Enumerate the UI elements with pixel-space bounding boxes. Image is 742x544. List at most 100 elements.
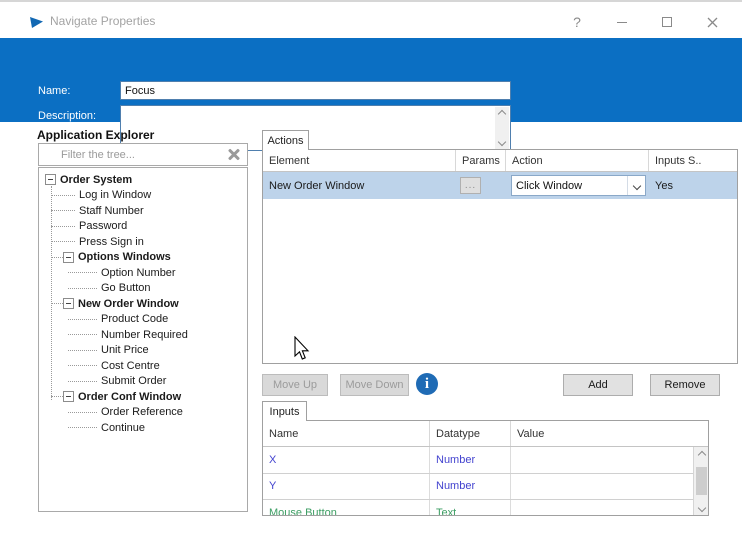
tree-item-label: Order System xyxy=(60,173,133,186)
tree-item-submit-order[interactable]: Submit Order xyxy=(39,374,247,390)
input-datatype-cell[interactable]: Text xyxy=(430,500,511,515)
move-down-button[interactable]: Move Down xyxy=(340,374,409,396)
tab-actions[interactable]: Actions xyxy=(262,130,309,150)
minimize-button[interactable] xyxy=(607,10,637,34)
tree-item-log-in-window[interactable]: Log in Window xyxy=(39,188,247,204)
blue-prism-logo-icon xyxy=(30,17,43,28)
params-button[interactable]: ... xyxy=(460,177,481,194)
tree-connector xyxy=(68,358,97,366)
tree-item-order-conf-window[interactable]: Order Conf Window xyxy=(39,389,247,405)
tree-item-product-code[interactable]: Product Code xyxy=(39,312,247,328)
action-dropdown[interactable]: Click Window xyxy=(511,175,646,196)
inputs-scrollbar[interactable] xyxy=(693,447,708,515)
collapse-icon[interactable] xyxy=(63,251,74,263)
inputs-table: Name Datatype Value X Number Y Number Mo… xyxy=(262,420,709,516)
clear-filter-icon[interactable] xyxy=(226,146,243,163)
inputs-table-header: Name Datatype Value xyxy=(263,421,708,447)
info-icon[interactable]: i xyxy=(416,373,438,395)
tree-item-order-system[interactable]: Order System xyxy=(39,172,247,188)
tab-inputs[interactable]: Inputs xyxy=(262,401,307,421)
scrollbar-thumb[interactable] xyxy=(696,467,707,495)
tree-item-cost-centre[interactable]: Cost Centre xyxy=(39,358,247,374)
tree-item-label: Order Reference xyxy=(101,406,183,419)
tree-item-option-number[interactable]: Option Number xyxy=(39,265,247,281)
maximize-button[interactable] xyxy=(652,10,682,34)
scroll-down-icon[interactable] xyxy=(694,500,708,515)
scroll-up-icon[interactable] xyxy=(694,447,708,462)
collapse-icon[interactable] xyxy=(63,391,74,403)
close-button[interactable] xyxy=(697,10,727,34)
tree-filter xyxy=(38,143,248,166)
tree-filter-input[interactable] xyxy=(41,146,216,163)
tree-item-continue[interactable]: Continue xyxy=(39,420,247,436)
tree-item-label: Number Required xyxy=(101,328,188,341)
properties-header: Name: Description: xyxy=(0,38,742,151)
collapse-icon[interactable] xyxy=(63,298,74,310)
tree-item-order-reference[interactable]: Order Reference xyxy=(39,405,247,421)
column-header-element[interactable]: Element xyxy=(263,150,456,171)
name-input[interactable] xyxy=(120,81,511,100)
remove-button[interactable]: Remove xyxy=(650,374,720,396)
tree-item-label: Press Sign in xyxy=(79,235,144,248)
column-header-action[interactable]: Action xyxy=(506,150,649,171)
column-header-params[interactable]: Params xyxy=(456,150,506,171)
tree-item-label: Option Number xyxy=(101,266,176,279)
action-row-selected[interactable]: New Order Window ... Click Window Yes xyxy=(263,172,737,199)
tree-item-new-order-window[interactable]: New Order Window xyxy=(39,296,247,312)
tree-connector xyxy=(68,265,97,273)
tree-item-unit-price[interactable]: Unit Price xyxy=(39,343,247,359)
column-header-name[interactable]: Name xyxy=(263,421,430,446)
input-datatype-cell[interactable]: Number xyxy=(430,447,511,473)
tree-connector xyxy=(68,312,97,320)
input-value-cell[interactable] xyxy=(511,500,708,515)
tree-connector xyxy=(51,203,75,211)
input-value-cell[interactable] xyxy=(511,447,708,473)
scroll-up-icon[interactable] xyxy=(497,109,507,119)
application-explorer-tree: Order System Log in Window Staff Number Pas… xyxy=(38,167,248,512)
tree-item-label: Submit Order xyxy=(101,375,167,388)
input-row-mouse-button[interactable]: Mouse Button Text xyxy=(263,500,708,515)
tree-connector xyxy=(68,343,97,351)
mouse-cursor xyxy=(294,336,310,360)
tree-item-label: Go Button xyxy=(101,282,151,295)
input-name-cell[interactable]: X xyxy=(263,447,430,473)
title-bar: Navigate Properties ? xyxy=(0,4,742,38)
collapse-icon[interactable] xyxy=(45,174,56,186)
action-inputs-set-cell: Yes xyxy=(655,179,673,192)
tree-item-options-windows[interactable]: Options Windows xyxy=(39,250,247,266)
action-element-cell[interactable]: New Order Window xyxy=(263,172,456,199)
actions-table: Element Params Action Inputs S.. New Ord… xyxy=(262,149,738,364)
tree-connector xyxy=(68,327,97,335)
window-title: Navigate Properties xyxy=(50,14,156,28)
column-header-inputs-set[interactable]: Inputs S.. xyxy=(649,150,737,171)
move-up-button[interactable]: Move Up xyxy=(262,374,328,396)
scroll-down-icon[interactable] xyxy=(497,137,507,147)
tree-item-label: Product Code xyxy=(101,313,169,326)
tree-item-number-required[interactable]: Number Required xyxy=(39,327,247,343)
add-button[interactable]: Add xyxy=(563,374,633,396)
column-header-datatype[interactable]: Datatype xyxy=(430,421,511,446)
input-datatype-cell[interactable]: Number xyxy=(430,473,511,499)
tree-connector xyxy=(68,420,97,428)
minimize-icon xyxy=(617,21,627,23)
name-label: Name: xyxy=(38,85,71,97)
tree-connector-line xyxy=(51,186,52,400)
input-name-cell[interactable]: Y xyxy=(263,473,430,499)
description-scrollbar[interactable] xyxy=(495,107,509,149)
tree-item-press-sign-in[interactable]: Press Sign in xyxy=(39,234,247,250)
tree-item-label: Unit Price xyxy=(101,344,149,357)
input-name-cell[interactable]: Mouse Button xyxy=(263,500,430,515)
dropdown-button[interactable] xyxy=(627,176,645,195)
tree-item-staff-number[interactable]: Staff Number xyxy=(39,203,247,219)
input-row-x[interactable]: X Number xyxy=(263,447,708,474)
help-button[interactable]: ? xyxy=(562,10,592,34)
input-value-cell[interactable] xyxy=(511,474,708,500)
tree-item-go-button[interactable]: Go Button xyxy=(39,281,247,297)
tree-connector xyxy=(51,188,75,196)
tree-item-password[interactable]: Password xyxy=(39,219,247,235)
input-row-y[interactable]: Y Number xyxy=(263,473,708,500)
tree-connector xyxy=(68,405,97,413)
maximize-icon xyxy=(662,17,672,27)
close-icon xyxy=(707,17,717,27)
column-header-value[interactable]: Value xyxy=(511,421,708,446)
